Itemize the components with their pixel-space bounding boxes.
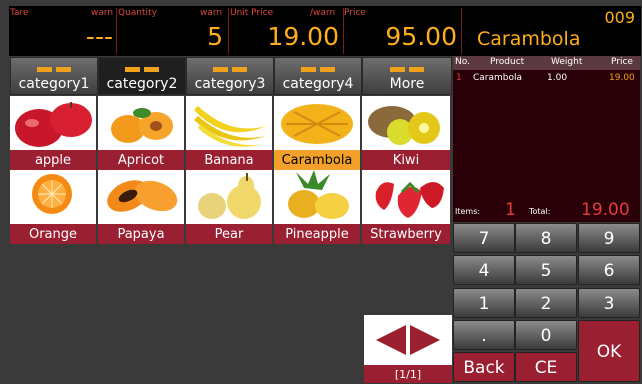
product-label: Carambola <box>274 150 360 170</box>
kiwi-image <box>368 106 440 145</box>
product-pineapple[interactable]: Pineapple <box>274 170 360 244</box>
product-banana[interactable]: Banana <box>186 96 272 170</box>
key-6[interactable]: 6 <box>578 255 640 285</box>
totals-bar: Items: 1 Total: 19.00 <box>453 200 640 222</box>
tare-value: --- <box>85 22 113 51</box>
row-product: Carambola <box>473 73 523 83</box>
unit-price-label: Unit Price <box>230 8 274 18</box>
items-label: Items: <box>455 207 481 216</box>
page-indicator: [1/1] <box>364 365 452 383</box>
product-label: apple <box>10 150 96 170</box>
key-3[interactable]: 3 <box>578 288 640 318</box>
product-kiwi[interactable]: Kiwi <box>362 96 450 170</box>
price-value: 95.00 <box>385 22 457 51</box>
product-label: Pear <box>186 224 272 244</box>
tab-category3[interactable]: category3 <box>186 57 274 95</box>
back-button[interactable]: Back <box>453 352 515 382</box>
tab-category4[interactable]: category4 <box>274 57 362 95</box>
product-label: Orange <box>10 224 96 244</box>
key-4[interactable]: 4 <box>453 255 515 285</box>
items-count: 1 <box>505 200 516 220</box>
apple-image <box>15 102 92 147</box>
tab-indicator <box>301 67 335 72</box>
key-2[interactable]: 2 <box>515 288 577 318</box>
product-label: Apricot <box>98 150 184 170</box>
strawberry-image <box>375 181 444 218</box>
tab-label: category1 <box>18 76 90 92</box>
scale-display: Tare warn --- Quantity warn 5 Unit Price… <box>9 6 461 56</box>
product-label: Banana <box>186 150 272 170</box>
receipt-header: No. Product Weight Price <box>453 56 640 70</box>
tab-indicator <box>213 67 247 72</box>
col-no: No. <box>455 57 470 67</box>
tab-label: category2 <box>106 76 178 92</box>
quantity-value: 5 <box>207 22 223 51</box>
tab-more[interactable]: More <box>362 57 452 95</box>
tare-warn: warn <box>91 8 114 18</box>
key-9[interactable]: 9 <box>578 223 640 253</box>
carambola-image <box>281 104 353 144</box>
pear-image <box>198 173 261 219</box>
col-price: Price <box>611 57 633 67</box>
tab-category2[interactable]: category2 <box>98 57 186 95</box>
tab-category1[interactable]: category1 <box>10 57 98 95</box>
key-0[interactable]: 0 <box>515 320 577 350</box>
quantity-warn: warn <box>200 8 223 18</box>
key-1[interactable]: 1 <box>453 288 515 318</box>
product-label: Strawberry <box>362 224 450 244</box>
papaya-image <box>107 180 178 212</box>
product-papaya[interactable]: Papaya <box>98 170 184 244</box>
ok-button[interactable]: OK <box>578 320 640 382</box>
product-label: Pineapple <box>274 224 360 244</box>
row-price: 19.00 <box>609 73 635 83</box>
key-8[interactable]: 8 <box>515 223 577 253</box>
total-label: Total: <box>529 207 551 216</box>
key-dot[interactable]: . <box>453 320 515 350</box>
unit-price-warn: /warn <box>310 8 336 18</box>
unit-price-value: 19.00 <box>267 22 339 51</box>
product-label: Kiwi <box>362 150 450 170</box>
tab-indicator <box>390 67 424 72</box>
product-apricot[interactable]: Apricot <box>98 96 184 170</box>
pineapple-image <box>288 170 349 219</box>
col-weight: Weight <box>551 57 583 67</box>
price-label: Price <box>344 8 366 18</box>
next-page-icon[interactable] <box>410 325 440 355</box>
banana-image <box>194 106 266 147</box>
current-product-name: Carambola <box>477 28 581 50</box>
product-carambola[interactable]: Carambola <box>274 96 360 170</box>
orange-image <box>32 174 72 214</box>
pager-arrows <box>364 315 452 365</box>
tab-label: category3 <box>194 76 266 92</box>
key-7[interactable]: 7 <box>453 223 515 253</box>
product-label: Papaya <box>98 224 184 244</box>
key-5[interactable]: 5 <box>515 255 577 285</box>
product-display: 009 Carambola <box>461 6 641 56</box>
product-apple[interactable]: apple <box>10 96 96 170</box>
prev-page-icon[interactable] <box>376 325 406 355</box>
receipt-number: 009 <box>604 8 635 27</box>
tab-indicator <box>125 67 159 72</box>
total-value: 19.00 <box>581 200 630 220</box>
col-product: Product <box>490 57 525 67</box>
tab-indicator <box>37 67 71 72</box>
receipt-panel: No. Product Weight Price 1 Carambola 1.0… <box>453 56 640 222</box>
tare-label: Tare <box>10 8 29 18</box>
tab-label: More <box>389 76 425 92</box>
product-strawberry[interactable]: Strawberry <box>362 170 450 244</box>
ce-button[interactable]: CE <box>515 352 577 382</box>
row-no: 1 <box>456 73 462 83</box>
row-weight: 1.00 <box>547 73 568 83</box>
apricot-image <box>111 108 173 143</box>
product-orange[interactable]: Orange <box>10 170 96 244</box>
product-pear[interactable]: Pear <box>186 170 272 244</box>
quantity-label: Quantity <box>118 8 157 18</box>
tab-label: category4 <box>282 76 354 92</box>
